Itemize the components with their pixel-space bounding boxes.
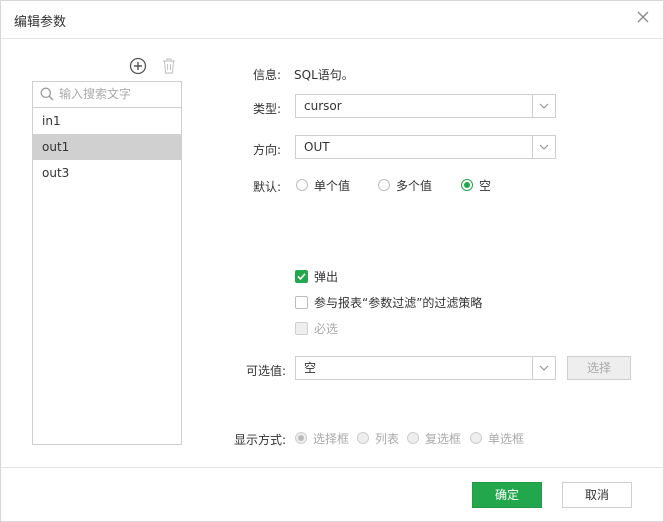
dialog-title: 编辑参数 bbox=[14, 15, 67, 30]
list-item-in1[interactable]: in1 bbox=[33, 108, 181, 134]
display-radio-select-box-label: 选择框 bbox=[313, 431, 350, 446]
cancel-button[interactable]: 取消 bbox=[562, 482, 632, 508]
chevron-down-icon bbox=[532, 95, 555, 117]
type-select-value: cursor bbox=[304, 99, 342, 113]
popup-checkbox[interactable]: 弹出 bbox=[295, 268, 338, 284]
popup-checkbox-label: 弹出 bbox=[314, 269, 339, 284]
default-radio-single[interactable]: 单个值 bbox=[296, 177, 350, 193]
default-radio-empty-label: 空 bbox=[479, 178, 492, 193]
radio-disabled-icon bbox=[470, 432, 482, 444]
chevron-down-icon bbox=[532, 357, 555, 379]
direction-select-value: OUT bbox=[304, 140, 330, 154]
chevron-down-icon bbox=[532, 136, 555, 158]
display-radio-list: 列表 bbox=[357, 430, 399, 446]
search-box bbox=[33, 82, 181, 108]
optional-values-label: 可选值: bbox=[246, 364, 287, 378]
radio-disabled-icon bbox=[357, 432, 369, 444]
parameter-list-panel: in1 out1 out3 bbox=[32, 81, 182, 445]
choose-button: 选择 bbox=[567, 356, 631, 380]
optional-values-select[interactable]: 空 bbox=[295, 356, 556, 380]
type-select[interactable]: cursor bbox=[295, 94, 556, 118]
display-radio-radio-box: 单选框 bbox=[470, 430, 524, 446]
list-item-out3[interactable]: out3 bbox=[33, 160, 181, 186]
radio-disabled-selected-icon bbox=[295, 432, 307, 444]
filter-strategy-checkbox[interactable]: 参与报表“参数过滤”的过滤策略 bbox=[295, 294, 482, 310]
ok-button[interactable]: 确定 bbox=[472, 482, 542, 508]
display-radio-list-label: 列表 bbox=[375, 431, 400, 446]
checkbox-checked-icon bbox=[295, 269, 308, 283]
type-label: 类型: bbox=[253, 102, 282, 116]
radio-icon bbox=[378, 179, 390, 191]
radio-icon bbox=[296, 179, 308, 191]
search-icon bbox=[40, 87, 54, 101]
display-mode-label: 显示方式: bbox=[234, 433, 287, 447]
optional-values-select-value: 空 bbox=[304, 361, 317, 375]
default-radio-multiple-label: 多个值 bbox=[396, 178, 433, 193]
display-radio-select-box: 选择框 bbox=[295, 430, 349, 446]
radio-selected-icon bbox=[461, 179, 473, 191]
direction-select[interactable]: OUT bbox=[295, 135, 556, 159]
required-checkbox: 必选 bbox=[295, 320, 338, 336]
checkbox-icon bbox=[295, 295, 308, 309]
radio-disabled-icon bbox=[407, 432, 419, 444]
parameter-list: in1 out1 out3 bbox=[33, 108, 181, 186]
default-label: 默认: bbox=[253, 180, 282, 194]
add-parameter-icon[interactable] bbox=[129, 57, 147, 75]
search-input[interactable] bbox=[59, 85, 175, 103]
required-checkbox-label: 必选 bbox=[314, 321, 339, 336]
dialog-titlebar: 编辑参数 bbox=[1, 1, 663, 39]
display-radio-radio-box-label: 单选框 bbox=[488, 431, 525, 446]
display-radio-checkbox-label: 复选框 bbox=[425, 431, 462, 446]
filter-strategy-checkbox-label: 参与报表“参数过滤”的过滤策略 bbox=[314, 295, 483, 310]
default-radio-multiple[interactable]: 多个值 bbox=[378, 177, 432, 193]
list-item-out1[interactable]: out1 bbox=[33, 134, 181, 160]
delete-parameter-icon bbox=[161, 57, 177, 75]
direction-label: 方向: bbox=[253, 143, 282, 157]
default-radio-single-label: 单个值 bbox=[314, 178, 351, 193]
info-label: 信息: bbox=[253, 68, 282, 82]
close-icon[interactable] bbox=[635, 9, 651, 25]
checkbox-disabled-icon bbox=[295, 321, 308, 335]
default-radio-empty[interactable]: 空 bbox=[461, 177, 491, 193]
info-value: SQL语句。 bbox=[294, 68, 354, 82]
display-radio-checkbox: 复选框 bbox=[407, 430, 461, 446]
edit-parameter-dialog: 编辑参数 in1 out1 out3 信息: SQL语句。 类型: cursor… bbox=[0, 0, 664, 522]
